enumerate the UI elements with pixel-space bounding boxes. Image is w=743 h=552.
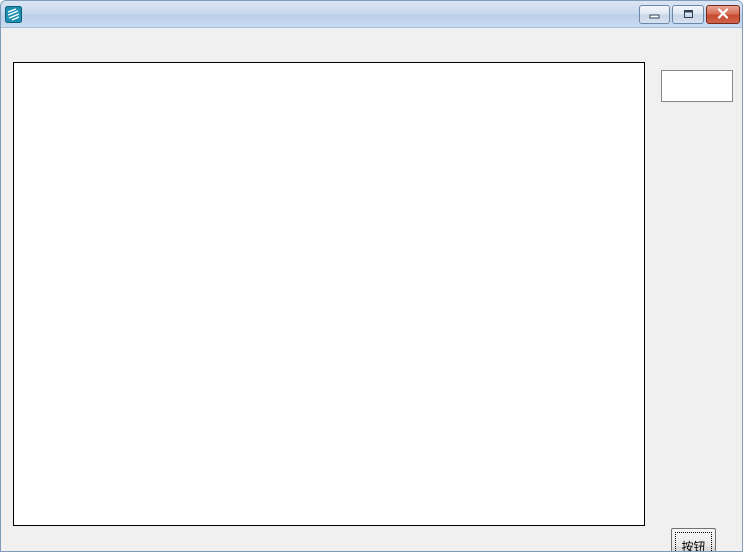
client-area: 按钮 (2, 28, 742, 552)
action-button-label: 按钮 (681, 540, 706, 552)
minimize-button[interactable] (639, 5, 670, 24)
app-icon[interactable] (5, 6, 22, 23)
action-button[interactable]: 按钮 (671, 528, 716, 552)
title-bar[interactable] (1, 1, 742, 28)
text-input[interactable] (661, 70, 733, 102)
application-window: 按钮 (0, 0, 743, 552)
close-button[interactable] (706, 5, 740, 24)
maximize-icon (683, 8, 694, 22)
close-icon (717, 7, 729, 22)
minimize-icon (649, 8, 660, 22)
maximize-button[interactable] (672, 5, 704, 24)
drawing-area[interactable] (13, 62, 645, 526)
